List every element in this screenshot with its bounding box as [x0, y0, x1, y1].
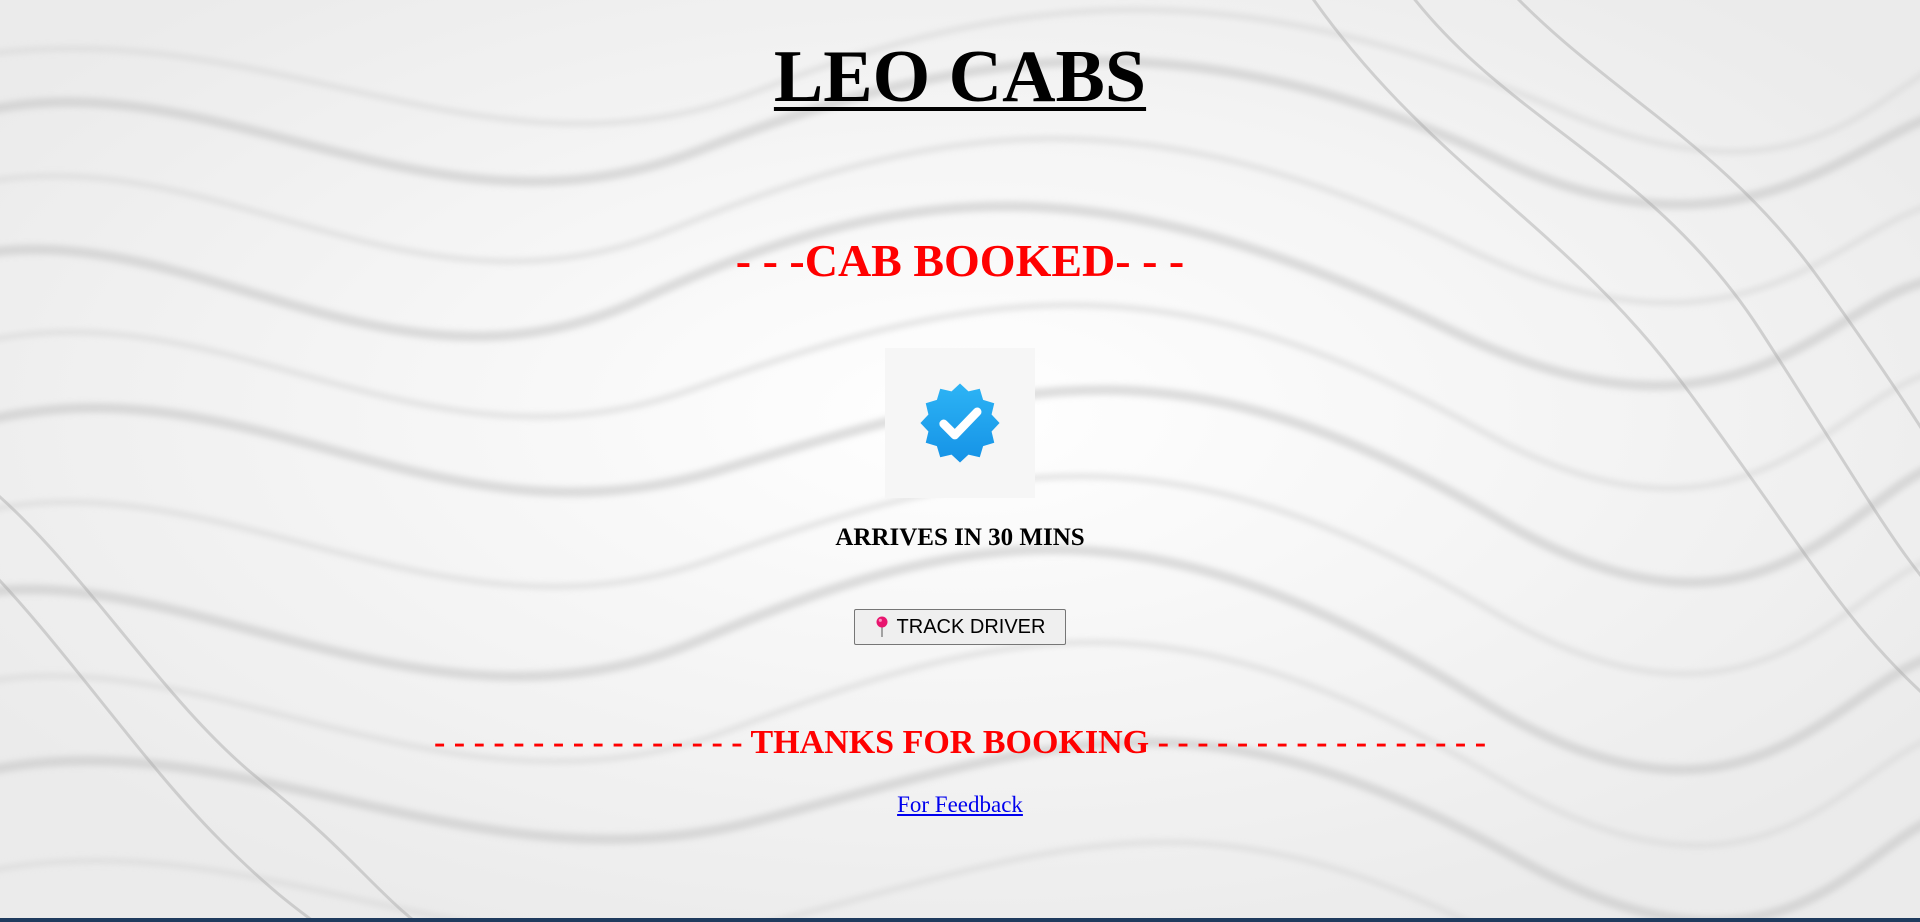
- track-driver-button[interactable]: TRACK DRIVER: [854, 609, 1066, 645]
- feedback-link-wrapper: For Feedback: [0, 791, 1920, 819]
- verified-check-badge-icon: [920, 383, 1000, 463]
- cab-booked-heading: - - -CAB BOOKED- - -: [735, 235, 1185, 286]
- feedback-link[interactable]: For Feedback: [897, 792, 1023, 817]
- thanks-heading: - - - - - - - - - - - - - - - - THANKS F…: [433, 724, 1487, 761]
- verified-badge-image: [885, 348, 1035, 498]
- brand-name: LEO CABS: [773, 36, 1147, 118]
- page-title: LEO CABS: [0, 36, 1920, 118]
- eta-text: ARRIVES IN 30 MINS: [835, 524, 1085, 551]
- bottom-strip: [0, 918, 1920, 922]
- round-pushpin-icon: [876, 616, 888, 637]
- track-driver-label: TRACK DRIVER: [896, 615, 1046, 638]
- booking-confirmation: LEO CABS - - -CAB BOOKED- - - ARRIVES IN…: [0, 0, 1920, 918]
